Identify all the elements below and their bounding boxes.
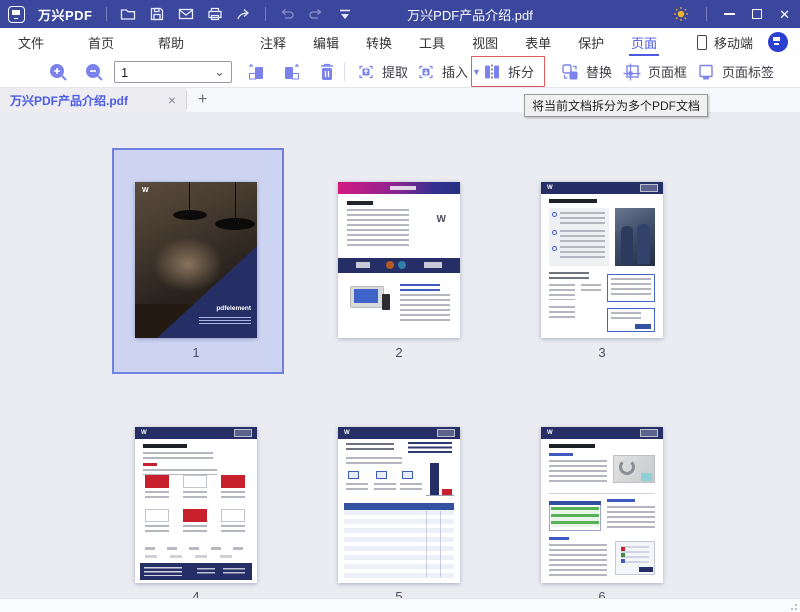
tab-close-icon[interactable]: × <box>168 93 176 107</box>
close-button[interactable]: ✕ <box>779 8 790 21</box>
status-bar <box>0 598 800 612</box>
email-icon[interactable] <box>178 6 194 22</box>
lamp-shape <box>173 210 207 220</box>
insert-icon <box>416 62 436 82</box>
extract-pages-button[interactable]: 提取 <box>356 56 408 87</box>
split-label: 拆分 <box>508 62 534 81</box>
page-box-button[interactable]: 页面框 <box>622 56 687 87</box>
split-icon <box>482 62 502 82</box>
page-thumbnail-5[interactable]: W <box>338 427 460 583</box>
replace-icon <box>560 62 580 82</box>
menu-tools[interactable]: 工具 <box>417 29 447 56</box>
zoom-out-button[interactable] <box>84 56 104 87</box>
maximize-button[interactable] <box>752 9 762 19</box>
rotate-right-icon <box>282 62 302 82</box>
menu-edit[interactable]: 编辑 <box>311 29 341 56</box>
page-toolbar: 1 ⌄ 提取 插入 ▼ <box>0 56 800 88</box>
mobile-label[interactable]: 移动端 <box>714 33 753 52</box>
page-number-2: 2 <box>338 345 460 360</box>
page-number-1: 1 <box>135 345 257 360</box>
insert-label: 插入 <box>442 62 468 81</box>
page-number-select[interactable]: 1 ⌄ <box>114 61 232 83</box>
mobile-phone-icon <box>697 35 707 50</box>
page-number-5: 5 <box>338 589 460 598</box>
rotate-right-button[interactable] <box>282 56 302 87</box>
mini-bar-chart <box>430 463 439 495</box>
divider <box>265 7 266 21</box>
rotate-left-icon <box>246 62 266 82</box>
pdfelement-badge-icon[interactable] <box>768 32 788 52</box>
new-tab-button[interactable]: + <box>198 88 207 112</box>
theme-sun-icon[interactable] <box>673 6 689 22</box>
document-title: 万兴PDF产品介绍.pdf <box>407 5 533 24</box>
page-thumbnail-4[interactable]: W <box>135 427 257 583</box>
split-pages-button[interactable]: 拆分 <box>471 56 545 87</box>
wondershare-logo: W <box>437 214 446 225</box>
zoom-in-icon <box>48 62 68 82</box>
resize-grip-icon[interactable] <box>788 601 797 610</box>
divider <box>106 7 107 21</box>
app-logo-icon <box>8 6 25 23</box>
menu-comment[interactable]: 注释 <box>258 29 288 56</box>
comparison-table <box>344 510 454 578</box>
menu-page[interactable]: 页面 <box>629 29 659 56</box>
open-folder-icon[interactable] <box>120 6 136 22</box>
zoom-out-icon <box>84 62 104 82</box>
menu-form[interactable]: 表单 <box>523 29 553 56</box>
minimize-button[interactable] <box>724 13 735 15</box>
tab-title: 万兴PDF产品介绍.pdf <box>10 92 128 109</box>
save-icon[interactable] <box>149 6 165 22</box>
page-number-3: 3 <box>541 345 663 360</box>
page-thumbnail-1[interactable]: W pdfelement <box>135 182 257 338</box>
cover-brand-text: pdfelement <box>216 305 251 312</box>
page-label-icon <box>696 62 716 82</box>
menu-protect[interactable]: 保护 <box>576 29 606 56</box>
delete-page-button[interactable] <box>318 56 336 87</box>
page-number-4: 4 <box>135 589 257 598</box>
trash-icon <box>318 62 336 82</box>
lamp-shape <box>215 218 255 230</box>
page-box-icon <box>622 62 642 82</box>
zoom-in-button[interactable] <box>48 56 68 87</box>
wondershare-logo: W <box>142 187 149 194</box>
document-tab[interactable]: 万兴PDF产品介绍.pdf × <box>0 88 186 112</box>
menu-convert[interactable]: 转换 <box>364 29 394 56</box>
menu-home[interactable]: 首页 <box>86 29 116 56</box>
undo-icon[interactable] <box>279 6 295 22</box>
print-icon[interactable] <box>207 6 223 22</box>
menu-help[interactable]: 帮助 <box>156 29 186 56</box>
divider <box>186 91 187 109</box>
menu-bar: 文件 首页 帮助 注释 编辑 转换 工具 视图 表单 保护 页面 移动端 <box>0 28 800 56</box>
replace-label: 替换 <box>586 62 612 81</box>
divider <box>344 63 345 81</box>
chevron-down-icon: ⌄ <box>214 64 225 80</box>
page-thumbnail-6[interactable]: W <box>541 427 663 583</box>
extract-label: 提取 <box>382 62 408 81</box>
page-label-label: 页面标签 <box>722 62 774 81</box>
replace-pages-button[interactable]: 替换 <box>560 56 612 87</box>
share-icon[interactable] <box>236 6 252 22</box>
page-box-label: 页面框 <box>648 62 687 81</box>
page-thumbnail-2[interactable]: W <box>338 182 460 338</box>
page-thumbnail-3[interactable]: W <box>541 182 663 338</box>
collapse-toolbar-icon[interactable] <box>337 6 353 22</box>
page-number-6: 6 <box>541 589 663 598</box>
menu-file[interactable]: 文件 <box>16 29 46 56</box>
app-name: 万兴PDF <box>38 5 93 24</box>
extract-icon <box>356 62 376 82</box>
title-bar: 万兴PDF 万兴PDF产品介绍.pdf ✕ <box>0 0 800 28</box>
split-tooltip: 将当前文档拆分为多个PDF文档 <box>524 94 708 117</box>
page-number-value: 1 <box>121 65 128 80</box>
rotate-left-button[interactable] <box>246 56 266 87</box>
divider <box>706 7 707 21</box>
page-label-button[interactable]: 页面标签 <box>696 56 774 87</box>
redo-icon[interactable] <box>308 6 324 22</box>
menu-view[interactable]: 视图 <box>470 29 500 56</box>
page-thumbnails-canvas[interactable]: W pdfelement W W <box>0 112 800 598</box>
